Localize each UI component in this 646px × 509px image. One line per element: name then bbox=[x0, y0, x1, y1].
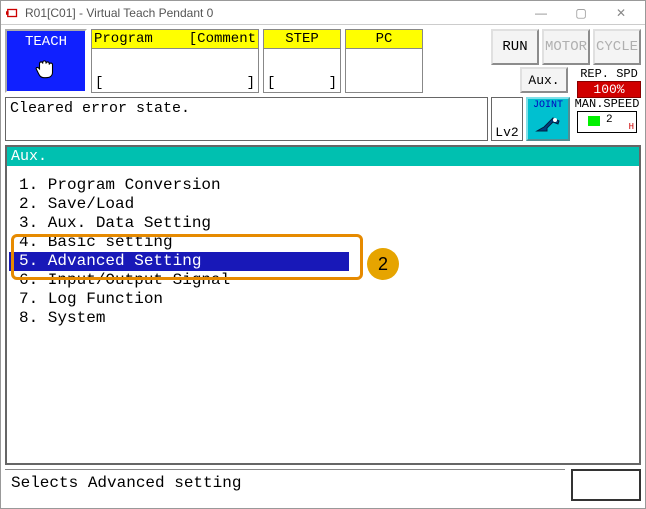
maximize-button[interactable]: ▢ bbox=[561, 2, 601, 24]
top-row: TEACH Program [Comment [ ] STEP bbox=[1, 25, 645, 97]
step-body-left: [ bbox=[267, 75, 275, 91]
main-title: Aux. bbox=[7, 147, 639, 166]
menu-item-4[interactable]: 4. Basic setting bbox=[9, 233, 637, 252]
hand-icon bbox=[32, 56, 60, 82]
man-speed-h: H bbox=[629, 122, 634, 132]
man-speed: MAN.SPEED 2 H bbox=[573, 97, 641, 141]
rep-speed: REP. SPD 100% bbox=[577, 67, 641, 98]
program-body-left: [ bbox=[95, 75, 103, 91]
menu-item-1[interactable]: 1. Program Conversion bbox=[9, 176, 637, 195]
lv2-indicator[interactable]: Lv2 bbox=[491, 97, 523, 141]
callout-badge: 2 bbox=[367, 248, 399, 280]
man-speed-value: 2 bbox=[606, 114, 613, 126]
menu-item-2[interactable]: 2. Save/Load bbox=[9, 195, 637, 214]
menu-item-7[interactable]: 7. Log Function bbox=[9, 290, 637, 309]
robot-arm-icon bbox=[533, 111, 563, 135]
pc-panel: PC bbox=[345, 29, 423, 93]
man-speed-label: MAN.SPEED bbox=[575, 97, 640, 111]
rep-speed-label: REP. SPD bbox=[580, 67, 638, 81]
footer-hint: Selects Advanced setting bbox=[5, 469, 565, 501]
right-column: RUN MOTOR CYCLE Aux. REP. SPD 100% bbox=[427, 29, 641, 97]
menu-item-6[interactable]: 6. Input/Output Signal bbox=[9, 271, 637, 290]
menu-item-5[interactable]: 5. Advanced Setting bbox=[9, 252, 349, 271]
titlebar: R01[C01] - Virtual Teach Pendant 0 — ▢ ✕ bbox=[1, 1, 645, 25]
aux-button[interactable]: Aux. bbox=[520, 67, 568, 93]
run-button[interactable]: RUN bbox=[491, 29, 539, 65]
footer: Selects Advanced setting bbox=[5, 469, 641, 501]
program-body-right: ] bbox=[247, 75, 255, 91]
menu-item-3[interactable]: 3. Aux. Data Setting bbox=[9, 214, 637, 233]
rep-speed-value: 100% bbox=[577, 81, 641, 98]
program-head-left: Program bbox=[94, 31, 153, 47]
joint-button[interactable]: JOINT bbox=[526, 97, 570, 141]
pc-head: PC bbox=[376, 31, 393, 47]
app-window: R01[C01] - Virtual Teach Pendant 0 — ▢ ✕… bbox=[0, 0, 646, 509]
step-head: STEP bbox=[285, 31, 319, 47]
menu-list: 1. Program Conversion2. Save/Load3. Aux.… bbox=[7, 166, 639, 463]
app-icon bbox=[5, 5, 21, 21]
close-button[interactable]: ✕ bbox=[601, 2, 641, 24]
status-row: Cleared error state. Lv2 JOINT MAN.SPEED… bbox=[1, 97, 645, 141]
motor-button[interactable]: MOTOR bbox=[542, 29, 590, 65]
joint-label: JOINT bbox=[533, 100, 563, 111]
main-panel: Aux. 1. Program Conversion2. Save/Load3.… bbox=[5, 145, 641, 465]
teach-button[interactable]: TEACH bbox=[5, 29, 87, 93]
program-panel: Program [Comment [ ] bbox=[91, 29, 259, 93]
window-title: R01[C01] - Virtual Teach Pendant 0 bbox=[25, 6, 521, 20]
man-speed-meter[interactable]: 2 H bbox=[577, 111, 637, 133]
step-panel: STEP [ ] bbox=[263, 29, 341, 93]
program-head-right: [Comment bbox=[189, 31, 256, 47]
minimize-button[interactable]: — bbox=[521, 2, 561, 24]
teach-label: TEACH bbox=[25, 34, 67, 50]
footer-box bbox=[571, 469, 641, 501]
status-message: Cleared error state. bbox=[5, 97, 488, 141]
cycle-button[interactable]: CYCLE bbox=[593, 29, 641, 65]
menu-item-8[interactable]: 8. System bbox=[9, 309, 637, 328]
step-body-right: ] bbox=[329, 75, 337, 91]
